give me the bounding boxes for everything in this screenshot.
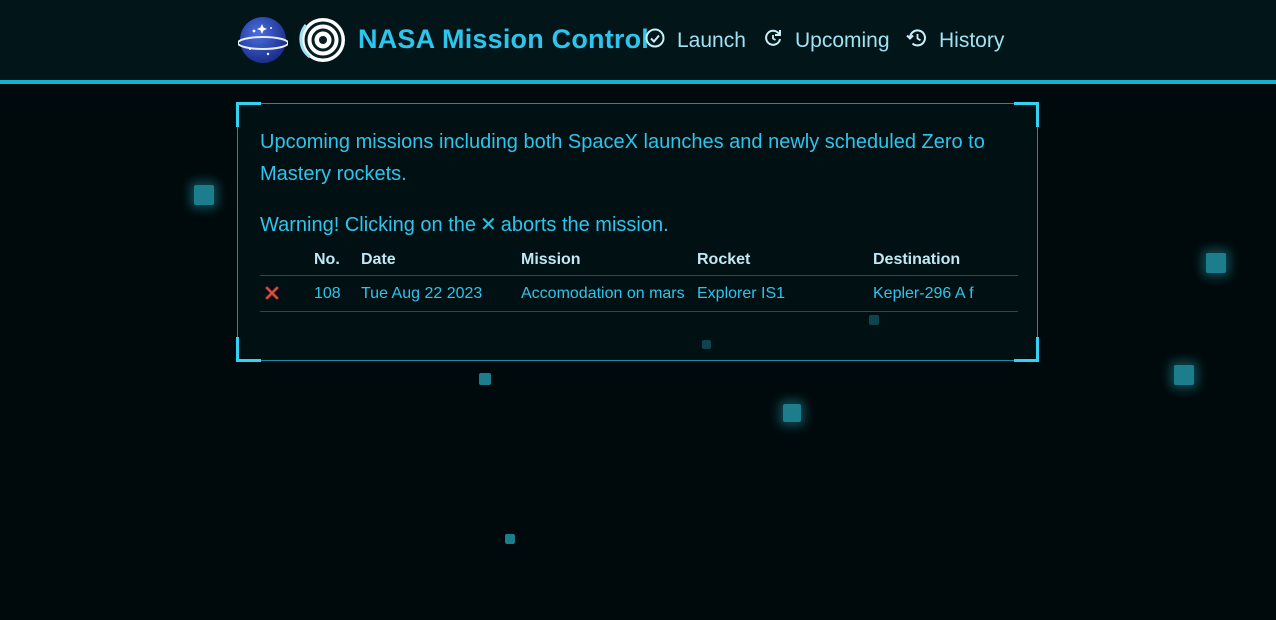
star-decoration xyxy=(1206,253,1226,273)
abort-x-icon: ✕ xyxy=(480,214,497,236)
app-header: NASA Mission Control Launch Upcoming His… xyxy=(0,0,1276,84)
app-title[interactable]: NASA Mission Control xyxy=(358,24,649,55)
column-header-destination: Destination xyxy=(873,245,1018,276)
star-decoration xyxy=(194,185,214,205)
nav-launch-label: Launch xyxy=(677,29,746,52)
cell-no: 108 xyxy=(314,275,361,312)
star-decoration xyxy=(783,404,801,422)
nav-upcoming[interactable]: Upcoming xyxy=(763,26,890,56)
column-header-mission: Mission xyxy=(521,245,697,276)
warning-suffix: aborts the mission. xyxy=(500,214,669,236)
cell-destination: Kepler-296 A f xyxy=(873,275,1018,312)
planet-logo-icon xyxy=(238,17,288,63)
abort-x-icon[interactable] xyxy=(264,285,280,301)
frame-corner xyxy=(1014,337,1039,362)
cell-mission: Accomodation on mars xyxy=(521,275,697,312)
intro-text: Upcoming missions including both SpaceX … xyxy=(260,131,985,185)
page: NASA Mission Control Launch Upcoming His… xyxy=(0,0,1276,620)
abort-mission-button[interactable] xyxy=(260,275,314,312)
upcoming-missions-panel: Upcoming missions including both SpaceX … xyxy=(236,102,1039,362)
column-header-abort xyxy=(260,245,314,276)
star-decoration xyxy=(479,373,491,385)
table-row: 108 Tue Aug 22 2023 Accomodation on mars… xyxy=(260,275,1018,312)
missions-table: No. Date Mission Rocket Destination 108 xyxy=(260,245,1018,312)
cell-rocket: Explorer IS1 xyxy=(697,275,873,312)
nav-history-label: History xyxy=(939,29,1005,52)
frame-corner xyxy=(236,337,261,362)
cell-date: Tue Aug 22 2023 xyxy=(361,275,521,312)
star-decoration xyxy=(1174,365,1194,385)
mission-ring-logo-icon xyxy=(299,18,345,62)
nav-history[interactable]: History xyxy=(905,26,1004,56)
warning-prefix: Warning! Clicking on the xyxy=(260,214,477,236)
check-circle-icon xyxy=(645,28,665,48)
star-decoration xyxy=(505,534,515,544)
nav-upcoming-label: Upcoming xyxy=(795,29,890,52)
column-header-no: No. xyxy=(314,245,361,276)
nav-launch[interactable]: Launch xyxy=(645,26,746,56)
column-header-date: Date xyxy=(361,245,521,276)
history-icon xyxy=(906,29,926,47)
frame-corner xyxy=(1014,102,1039,127)
refresh-icon xyxy=(765,29,781,46)
frame-corner xyxy=(236,102,261,127)
column-header-rocket: Rocket xyxy=(697,245,873,276)
table-header-row: No. Date Mission Rocket Destination xyxy=(260,245,1018,276)
warning-text: Warning! Clicking on the ✕ aborts the miss… xyxy=(260,209,669,241)
